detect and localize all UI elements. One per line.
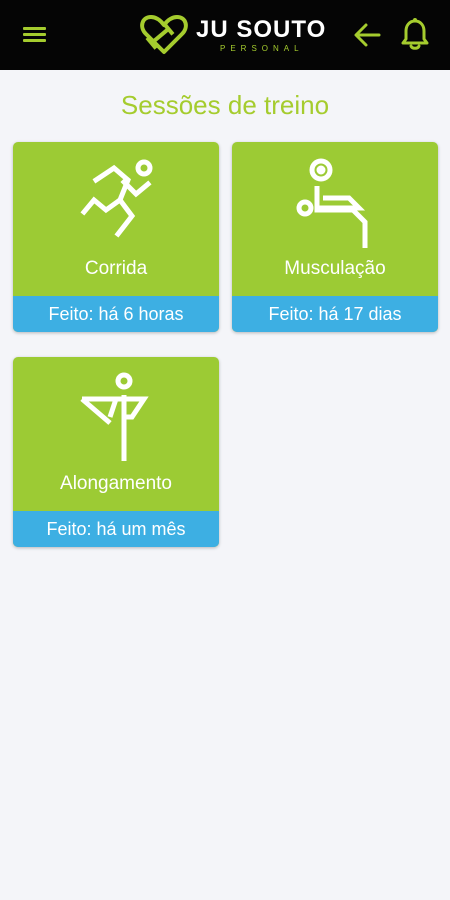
bell-icon (401, 18, 429, 50)
logo-subtitle: PERSONAL (220, 44, 304, 53)
arrow-left-icon (354, 23, 381, 47)
session-status: Feito: há 6 horas (13, 296, 219, 332)
heart-dumbbell-logo-icon (140, 15, 188, 54)
session-card-musculacao[interactable]: Musculação Feito: há 17 dias (232, 142, 438, 332)
back-button[interactable] (352, 20, 382, 50)
bench-press-icon (296, 158, 368, 248)
session-label: Corrida (84, 258, 148, 279)
stretching-person-icon (80, 372, 149, 461)
session-card-alongamento[interactable]: Alongamento Feito: há um mês (13, 357, 219, 547)
session-label: Musculação (284, 258, 386, 279)
hamburger-menu-icon (23, 27, 46, 42)
notifications-button[interactable] (400, 16, 430, 52)
logo-title: JU SOUTO (196, 16, 327, 43)
running-person-icon (80, 159, 153, 238)
top-app-bar: JU SOUTO PERSONAL (0, 0, 450, 70)
session-status: Feito: há um mês (13, 511, 219, 547)
page-title: Sessões de treino (120, 90, 330, 120)
menu-button[interactable] (18, 20, 52, 50)
session-status: Feito: há 17 dias (232, 296, 438, 332)
session-label: Alongamento (60, 473, 172, 494)
session-card-corrida[interactable]: Corrida Feito: há 6 horas (13, 142, 219, 332)
brand-logo: JU SOUTO PERSONAL (138, 14, 325, 56)
